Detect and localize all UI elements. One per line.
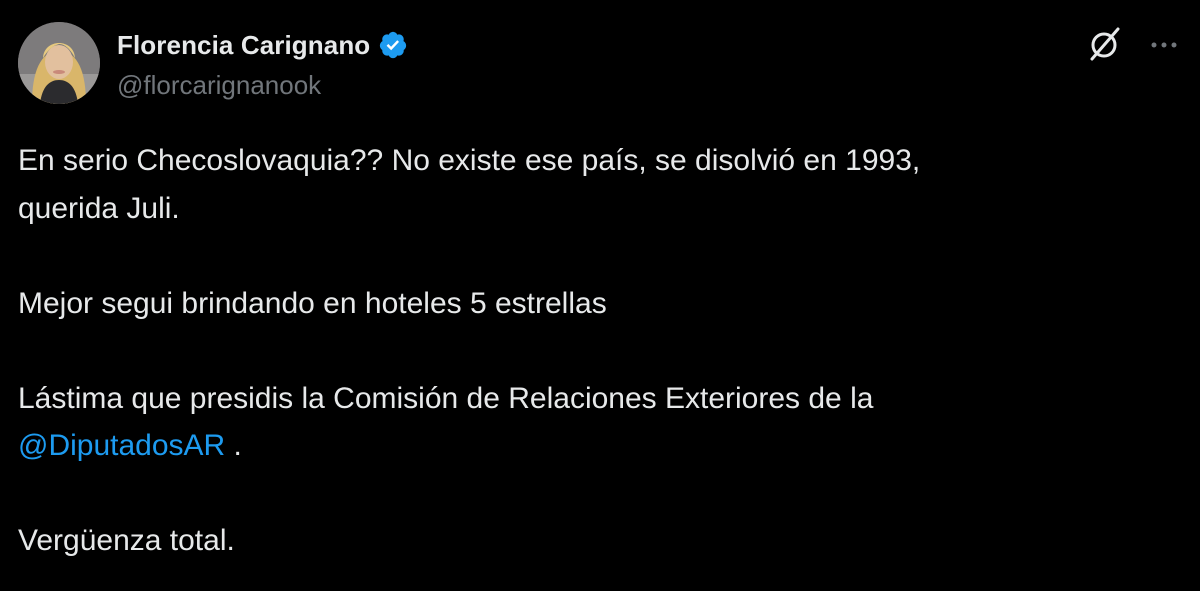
tweet-line-5: @DiputadosAR . [18,422,1178,470]
tweet-line-2: querida Juli. [18,191,180,225]
mention-link[interactable]: @DiputadosAR [18,429,225,462]
tweet-line-1: En serio Checoslovaquia?? No existe ese … [18,144,921,177]
tweet-header: Florencia Carignano @florcarignanook [18,22,1182,106]
tweet-text: En serio Checoslovaquia?? No existe ese … [18,137,1178,565]
author-identity: Florencia Carignano @florcarignanook [117,28,408,101]
tweet-card: Florencia Carignano @florcarignanook En … [0,0,1200,591]
mention-suffix: . [225,429,242,462]
tweet-line-4: Lástima que presidis la Comisión de Rela… [18,381,874,415]
avatar[interactable] [18,22,100,104]
tweet-line-3: Mejor segui brindando en hoteles 5 estre… [18,286,607,320]
author-handle[interactable]: @florcarignanook [117,70,408,101]
tweet-line-6: Vergüenza total. [18,524,235,557]
name-row: Florencia Carignano [117,28,408,62]
display-name[interactable]: Florencia Carignano [117,30,370,61]
more-options-icon[interactable] [1146,24,1182,64]
verified-badge-icon[interactable] [378,30,408,60]
grok-icon[interactable] [1084,24,1124,64]
tweet-actions [1084,24,1182,64]
avatar-photo [18,22,100,104]
